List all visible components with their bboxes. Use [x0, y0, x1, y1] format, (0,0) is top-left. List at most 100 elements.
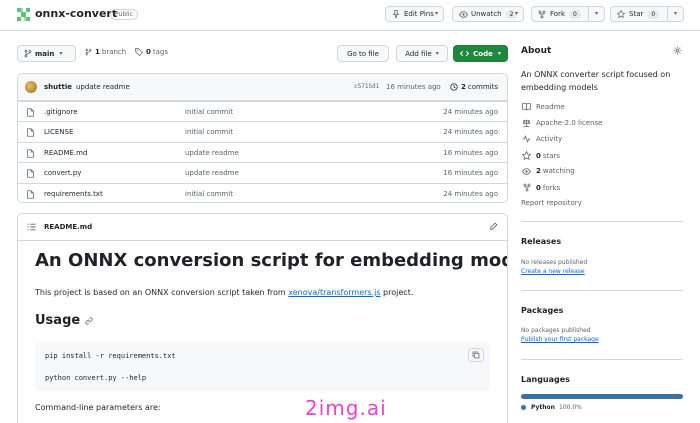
list-icon[interactable]: [27, 223, 36, 231]
readme-title[interactable]: README.md: [44, 223, 92, 231]
table-row[interactable]: .gitignore initial commit 24 minutes ago: [18, 101, 507, 121]
publish-package-link[interactable]: Publish your first package: [521, 336, 599, 343]
file-commit-message[interactable]: initial commit: [185, 190, 233, 198]
file-commit-time: 24 minutes ago: [443, 189, 498, 198]
commits-history-link[interactable]: 2 commits: [450, 83, 498, 91]
copy-icon: [472, 351, 480, 359]
transformers-link[interactable]: xenova/transformers.js: [288, 288, 380, 297]
language-color-dot: [521, 405, 526, 410]
tag-icon: [135, 48, 143, 56]
pulse-icon: [521, 135, 532, 143]
tags-link[interactable]: 0 tags: [135, 48, 168, 56]
releases-empty: No releases published: [521, 259, 588, 266]
chevron-down-icon: ▾: [497, 50, 501, 57]
gear-icon[interactable]: [673, 46, 682, 55]
stars-link[interactable]: 0 stars: [521, 151, 560, 160]
file-commit-message[interactable]: initial commit: [185, 108, 233, 116]
star-button[interactable]: Star 0 ▾: [610, 6, 684, 22]
report-repository-link[interactable]: Report repository: [521, 199, 582, 207]
fork-count: 0: [569, 9, 581, 19]
file-name[interactable]: requirements.txt: [44, 190, 103, 198]
eye-icon: [521, 167, 532, 175]
repo-header: onnx-convert Public Edit Pins ▾ Unwatch …: [0, 0, 700, 31]
file-icon: [27, 149, 34, 158]
file-name[interactable]: .gitignore: [44, 108, 78, 116]
file-name[interactable]: convert.py: [44, 169, 81, 177]
readme-paragraph: This project is based on an ONNX convers…: [35, 288, 414, 297]
code-line: pip install -r requirements.txt: [45, 352, 176, 360]
code-button[interactable]: Code ▾: [453, 45, 508, 62]
link-icon[interactable]: [85, 316, 93, 325]
file-commit-message[interactable]: update readme: [185, 149, 239, 157]
git-branch-icon: [24, 49, 32, 58]
star-icon: [521, 151, 532, 160]
chevron-down-icon: ▾: [435, 50, 439, 57]
latest-commit-bar: shuttie update readme c5715d1 16 minutes…: [18, 74, 507, 101]
commit-author[interactable]: shuttie: [44, 83, 72, 91]
file-icon: [27, 169, 34, 178]
commit-time: 16 minutes ago: [386, 83, 441, 91]
copy-button[interactable]: [468, 348, 484, 362]
file-name[interactable]: README.md: [44, 149, 87, 157]
edit-pins-button[interactable]: Edit Pins ▾: [385, 6, 444, 22]
pencil-icon[interactable]: [489, 222, 498, 231]
file-commit-message[interactable]: initial commit: [185, 128, 233, 136]
unwatch-button[interactable]: Unwatch 2 ▾: [452, 6, 524, 22]
branch-select-button[interactable]: main ▾: [17, 45, 76, 62]
create-release-link[interactable]: Create a new release: [521, 268, 585, 275]
watermark: 2img.ai: [305, 396, 387, 420]
eye-icon: [457, 10, 469, 18]
book-icon: [521, 103, 532, 111]
file-icon: [27, 189, 34, 199]
license-link[interactable]: Apache-2.0 license: [521, 119, 602, 127]
file-name[interactable]: LICENSE: [44, 128, 73, 136]
readme-header: README.md: [18, 214, 507, 241]
code-icon: [460, 50, 470, 57]
divider: [521, 221, 683, 222]
fork-button[interactable]: Fork 0 ▾: [531, 6, 605, 22]
divider: [521, 359, 683, 360]
history-icon: [450, 83, 458, 91]
table-row[interactable]: LICENSE initial commit 24 minutes ago: [18, 121, 507, 141]
table-row[interactable]: convert.py update readme 16 minutes ago: [18, 162, 507, 182]
avatar[interactable]: [25, 81, 37, 93]
file-commit-time: 24 minutes ago: [443, 128, 498, 137]
file-commit-message[interactable]: update readme: [185, 169, 239, 177]
language-item[interactable]: Python 100.0%: [521, 404, 582, 411]
git-branch-icon: [85, 48, 92, 56]
add-file-button[interactable]: Add file ▾: [396, 45, 448, 62]
chevron-down-icon: ▾: [515, 10, 519, 17]
readme-paragraph: Command-line parameters are:: [35, 403, 161, 412]
releases-title[interactable]: Releases: [521, 237, 561, 246]
chevron-down-icon[interactable]: ▾: [674, 10, 677, 17]
commit-hash[interactable]: c5715d1: [354, 83, 379, 90]
readme-panel: README.md An ONNX conversion script for …: [17, 213, 508, 423]
visibility-badge: Public: [110, 9, 138, 20]
readme-link[interactable]: Readme: [521, 103, 565, 111]
branches-link[interactable]: 1 branch: [85, 48, 126, 56]
commit-message[interactable]: update readme: [76, 83, 130, 91]
chevron-down-icon: ▾: [435, 10, 439, 17]
table-row[interactable]: requirements.txt initial commit 24 minut…: [18, 182, 507, 202]
scale-icon: [521, 119, 532, 127]
file-icon: [27, 128, 34, 138]
fork-icon: [536, 10, 548, 19]
star-count: 0: [647, 9, 660, 19]
fork-icon: [521, 183, 532, 192]
file-commit-time: 16 minutes ago: [443, 169, 498, 178]
repo-identicon-icon: [17, 8, 30, 21]
file-table: shuttie update readme c5715d1 16 minutes…: [17, 73, 508, 203]
chevron-down-icon: ▾: [59, 50, 63, 57]
chevron-down-icon[interactable]: ▾: [595, 10, 598, 17]
watchers-link[interactable]: 2 watching: [521, 167, 575, 175]
usage-heading: Usage: [35, 313, 93, 328]
pin-icon: [390, 10, 402, 18]
go-to-file-button[interactable]: Go to file: [337, 45, 389, 62]
packages-title[interactable]: Packages: [521, 306, 563, 315]
forks-link[interactable]: 0 forks: [521, 183, 560, 192]
activity-link[interactable]: Activity: [521, 135, 562, 143]
code-line: python convert.py --help: [45, 374, 147, 382]
table-row[interactable]: README.md update readme 16 minutes ago: [18, 141, 507, 162]
packages-empty: No packages published: [521, 327, 591, 334]
repo-name[interactable]: onnx-convert: [35, 7, 117, 20]
